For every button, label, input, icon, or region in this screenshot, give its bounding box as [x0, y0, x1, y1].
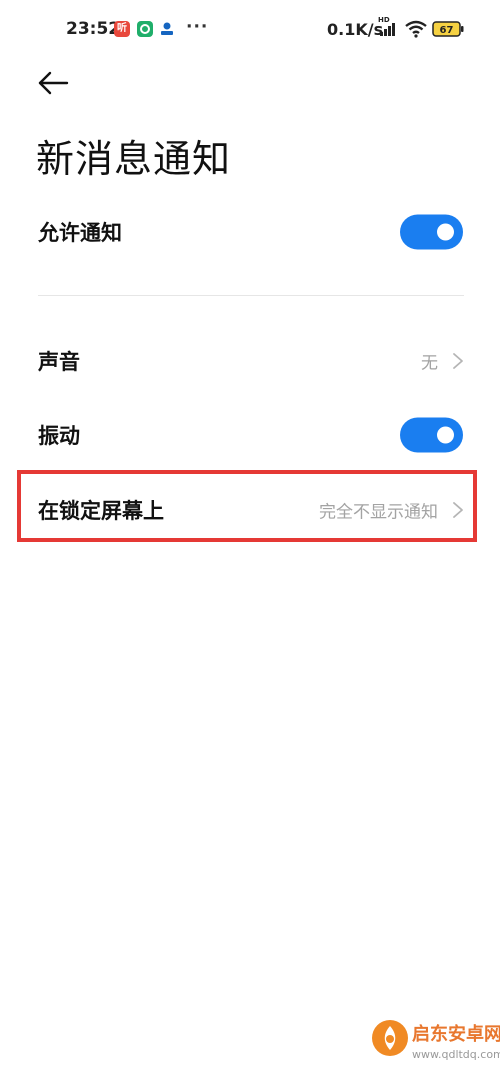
toggle-knob	[437, 426, 454, 444]
highlight-box	[17, 470, 477, 542]
more-notifications-icon: ···	[186, 17, 209, 37]
svg-text:HD: HD	[378, 16, 390, 24]
shield-app-icon	[137, 21, 153, 37]
sound-row[interactable]: 声音 无	[0, 328, 500, 394]
divider	[38, 295, 464, 296]
allow-notifications-label: 允许通知	[38, 221, 122, 245]
page-title: 新消息通知	[36, 137, 232, 181]
sound-label: 声音	[38, 350, 80, 374]
back-button[interactable]	[30, 64, 74, 104]
back-arrow-icon	[38, 71, 69, 95]
watermark-url: www.qdltdq.com	[412, 1048, 500, 1061]
vibration-label: 振动	[38, 424, 80, 448]
allow-notifications-toggle[interactable]	[400, 214, 463, 250]
allow-notifications-row[interactable]: 允许通知	[0, 199, 500, 265]
toggle-knob	[437, 223, 454, 241]
battery-icon: 67	[432, 21, 464, 37]
sound-value: 无	[421, 353, 438, 374]
ting-app-icon: 听	[114, 21, 130, 37]
status-bar: 23:52 听 ··· 0.1K/s HD 67	[0, 0, 500, 60]
watermark-logo-icon	[372, 1020, 408, 1056]
signal-icon: HD	[378, 16, 395, 36]
battery-level: 67	[440, 25, 454, 36]
watermark: 启东安卓网 www.qdltdq.com	[364, 1010, 500, 1082]
bank-app-icon	[159, 21, 175, 37]
vibration-row[interactable]: 振动	[0, 402, 500, 468]
chevron-right-icon	[453, 353, 463, 369]
watermark-brand: 启东安卓网	[412, 1024, 500, 1045]
vibration-toggle[interactable]	[400, 417, 463, 453]
wifi-icon	[405, 20, 427, 38]
network-speed: 0.1K/s	[327, 20, 384, 39]
status-time: 23:52	[66, 19, 121, 39]
